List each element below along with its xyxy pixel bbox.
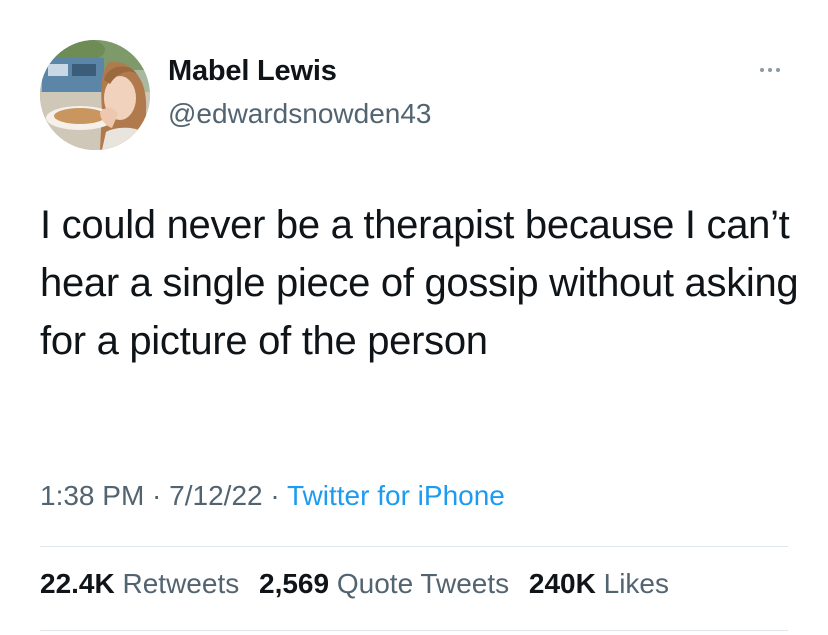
display-name[interactable]: Mabel Lewis	[168, 55, 337, 88]
quote-tweets-label: Quote Tweets	[336, 568, 510, 599]
tweet-text: I could never be a therapist because I c…	[40, 203, 799, 363]
ellipsis-icon	[760, 68, 764, 72]
likes-label: Likes	[603, 568, 669, 599]
retweets-stat[interactable]: 22.4K Retweets	[40, 568, 239, 599]
tweet-meta: 1:38 PM · 7/12/22 · Twitter for iPhone	[40, 480, 505, 512]
meta-separator: ·	[262, 480, 287, 511]
more-options-button[interactable]	[752, 58, 788, 82]
ellipsis-icon	[768, 68, 772, 72]
tweet-stats: 22.4K Retweets 2,569 Quote Tweets 240K L…	[40, 568, 681, 600]
avatar[interactable]	[40, 40, 150, 150]
tweet-source-link[interactable]: Twitter for iPhone	[287, 480, 505, 511]
profile-photo-icon	[40, 40, 150, 150]
ellipsis-icon	[776, 68, 780, 72]
tweet-date[interactable]: 7/12/22	[169, 480, 262, 511]
quote-tweets-stat[interactable]: 2,569 Quote Tweets	[259, 568, 509, 599]
retweets-label: Retweets	[122, 568, 240, 599]
retweets-count: 22.4K	[40, 568, 115, 599]
meta-separator: ·	[144, 480, 170, 511]
divider	[40, 630, 788, 631]
likes-stat[interactable]: 240K Likes	[529, 568, 669, 599]
quote-tweets-count: 2,569	[259, 568, 330, 599]
tweet-time[interactable]: 1:38 PM	[40, 480, 144, 511]
likes-count: 240K	[528, 568, 596, 599]
user-handle[interactable]: @edwardsnowden43	[168, 98, 431, 130]
divider	[40, 546, 788, 547]
tweet-card: Mabel Lewis @edwardsnowden43 I could nev…	[0, 0, 828, 635]
